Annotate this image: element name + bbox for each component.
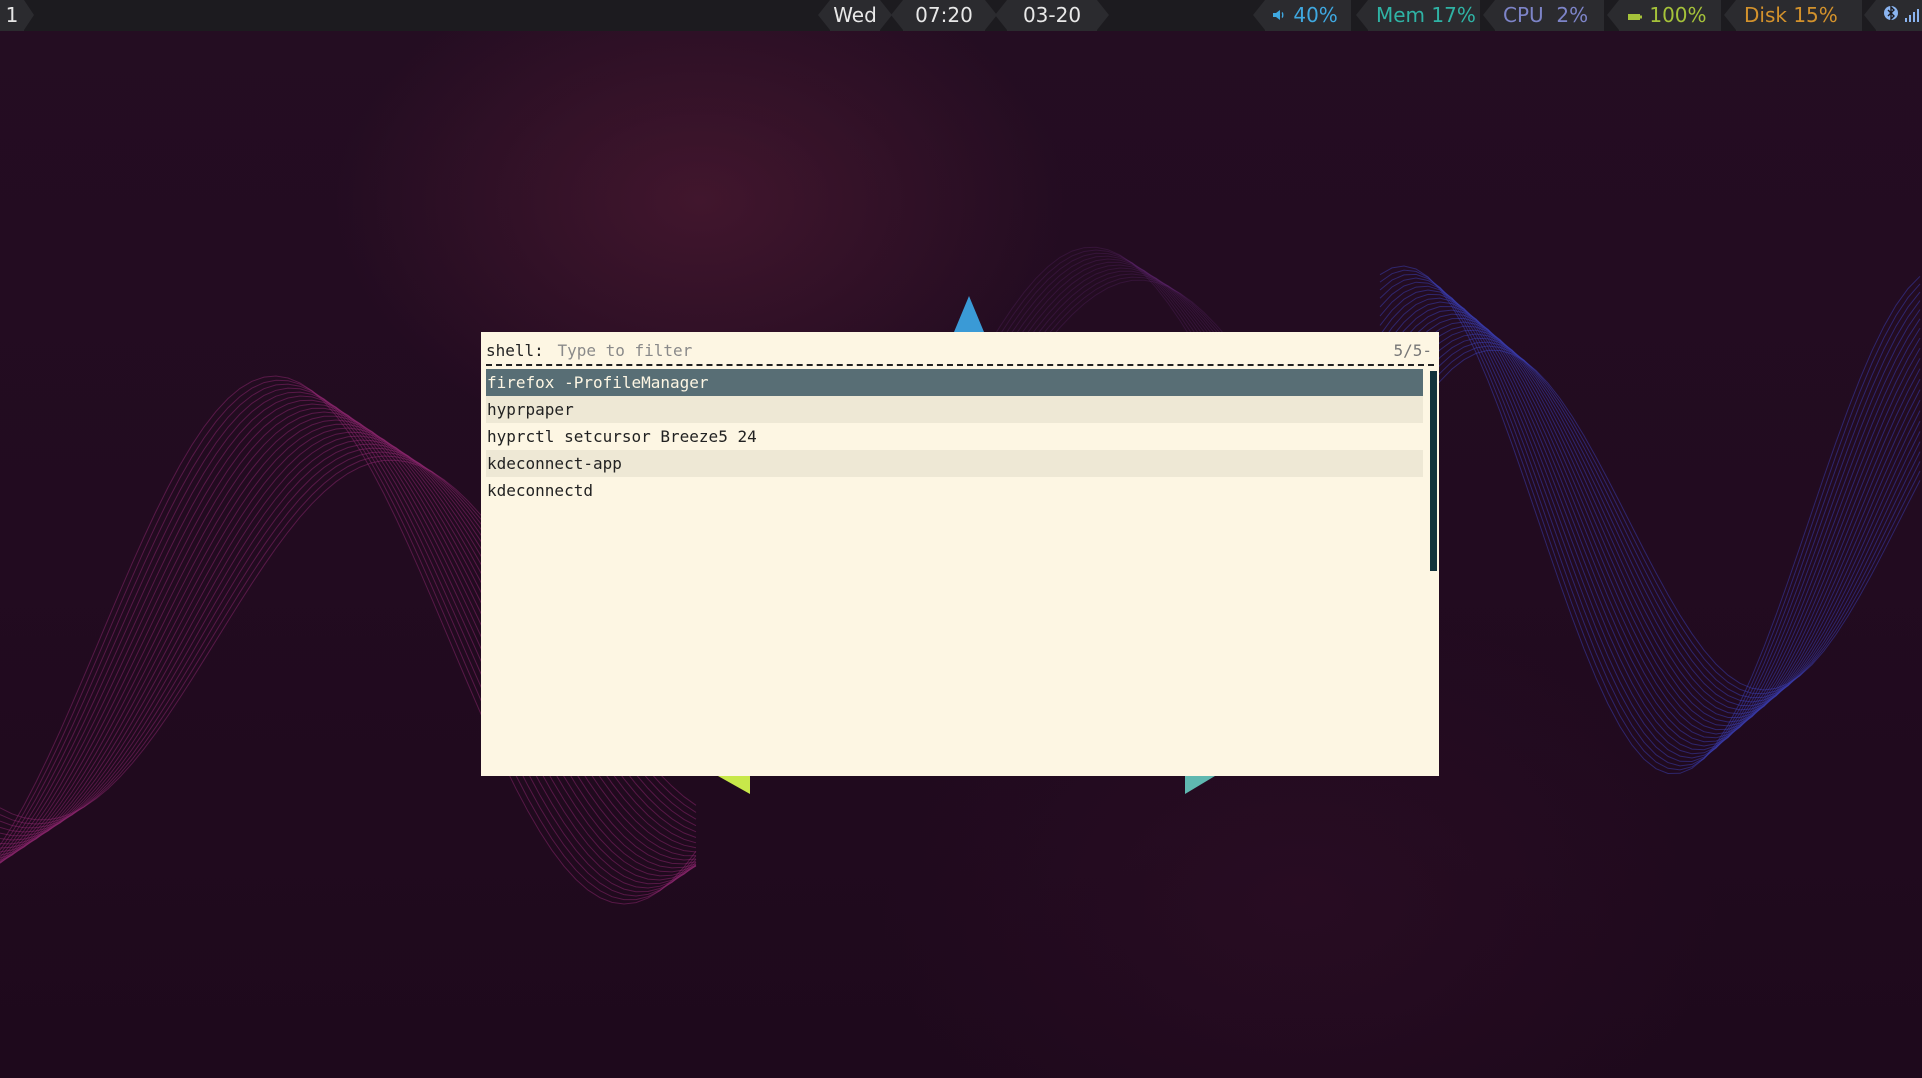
memory-module[interactable]: Mem 17% bbox=[1356, 0, 1480, 31]
list-item[interactable]: kdeconnect-app bbox=[486, 450, 1423, 477]
clock-day: Wed bbox=[818, 0, 892, 31]
volume-value: 40% bbox=[1293, 3, 1338, 27]
clock-time: 07:20 bbox=[891, 0, 997, 31]
scrollbar[interactable] bbox=[1430, 371, 1437, 571]
launcher-prompt-row: shell: 5/5- bbox=[486, 332, 1434, 364]
list-item[interactable]: hyprctl setcursor Breeze5 24 bbox=[486, 423, 1423, 450]
clock-date: 03-20 bbox=[995, 0, 1109, 31]
cpu-module[interactable]: CPU 2% bbox=[1483, 0, 1604, 31]
prompt-label: shell: bbox=[486, 341, 544, 360]
battery-module[interactable]: 100% bbox=[1607, 0, 1721, 32]
status-bar: 1 Wed 07:20 03-20 40% Mem 17% CPU 2% 100… bbox=[0, 0, 1922, 31]
result-counter: 5/5- bbox=[1393, 341, 1432, 360]
list-item[interactable]: kdeconnectd bbox=[486, 477, 1423, 504]
workspace-indicator[interactable]: 1 bbox=[0, 0, 24, 31]
list-item[interactable]: hyprpaper bbox=[486, 396, 1423, 423]
bluetooth-icon[interactable] bbox=[1884, 1, 1898, 32]
system-tray bbox=[1864, 0, 1922, 32]
battery-value: 100% bbox=[1649, 3, 1707, 27]
decor-triangle-lime bbox=[718, 776, 750, 794]
volume-module[interactable]: 40% bbox=[1253, 0, 1351, 32]
prompt-divider bbox=[486, 364, 1434, 366]
signal-icon[interactable] bbox=[1904, 1, 1920, 32]
disk-value: Disk 15% bbox=[1744, 3, 1838, 27]
cpu-value: CPU 2% bbox=[1503, 3, 1589, 27]
disk-module[interactable]: Disk 15% bbox=[1724, 0, 1862, 31]
result-list: firefox -ProfileManager hyprpaper hyprct… bbox=[486, 369, 1437, 571]
launcher-window: shell: 5/5- firefox -ProfileManager hypr… bbox=[481, 332, 1439, 776]
list-item-selected[interactable]: firefox -ProfileManager bbox=[486, 369, 1423, 396]
decor-triangle-teal bbox=[1185, 776, 1215, 794]
battery-icon bbox=[1627, 1, 1643, 32]
decor-triangle-blue bbox=[954, 296, 984, 332]
memory-value: Mem 17% bbox=[1376, 3, 1476, 27]
filter-input[interactable] bbox=[557, 341, 1158, 360]
speaker-icon bbox=[1271, 1, 1287, 32]
workspace-cap bbox=[24, 0, 34, 30]
